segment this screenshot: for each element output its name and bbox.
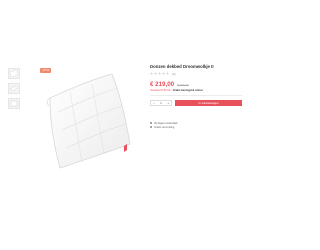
duvet-label-thumbnail-icon [10,100,18,107]
rating-count: (0) [172,71,176,76]
star-icon [162,72,165,75]
shipping-note: Gratis bezorgd & retour [172,89,203,92]
service-list: 30 dagen bedenktijd Gratis verzending [150,121,242,129]
price-row: € 219,00 € 299,00 [150,81,242,88]
star-icon [154,72,157,75]
add-to-cart-row: − 1 + In winkelwagen [150,100,242,106]
service-label: Gratis verzending [154,125,175,129]
duvet-side-thumbnail-icon [9,85,19,92]
duvet-thumbnail-icon [9,69,19,78]
circle-check-icon [150,122,152,124]
thumbnail-1[interactable] [8,68,20,79]
rating-stars[interactable]: (0) [150,71,242,76]
discount-amount: Voordeel € 80,00 · [150,89,172,92]
main-product-image[interactable] [28,64,136,176]
plus-icon[interactable]: + [167,101,169,105]
quantity-value: 1 [160,101,162,105]
star-icon [150,72,153,75]
thumbnail-2[interactable] [8,83,20,94]
quantity-stepper[interactable]: − 1 + [150,100,172,106]
star-icon [158,72,161,75]
star-icon [166,72,169,75]
old-price: € 299,00 [177,83,189,87]
circle-check-icon [150,126,152,128]
minus-icon[interactable]: − [153,101,155,105]
duvet-image [46,73,131,169]
thumbnail-strip [8,68,20,113]
discount-line: Voordeel € 80,00 · Gratis bezorgd & reto… [150,89,242,92]
service-label: 30 dagen bedenktijd [154,121,178,125]
service-item: Gratis verzending [150,125,242,129]
product-title: Donzen dekbed Droomwolkje II [150,64,214,69]
divider [150,95,242,96]
add-to-cart-button[interactable]: In winkelwagen [175,100,242,106]
sale-badge: -27% [40,68,51,73]
thumbnail-3[interactable] [8,98,20,109]
current-price: € 219,00 [150,81,175,88]
product-info-panel: Donzen dekbed Droomwolkje II (0) € 219,0… [150,64,242,129]
